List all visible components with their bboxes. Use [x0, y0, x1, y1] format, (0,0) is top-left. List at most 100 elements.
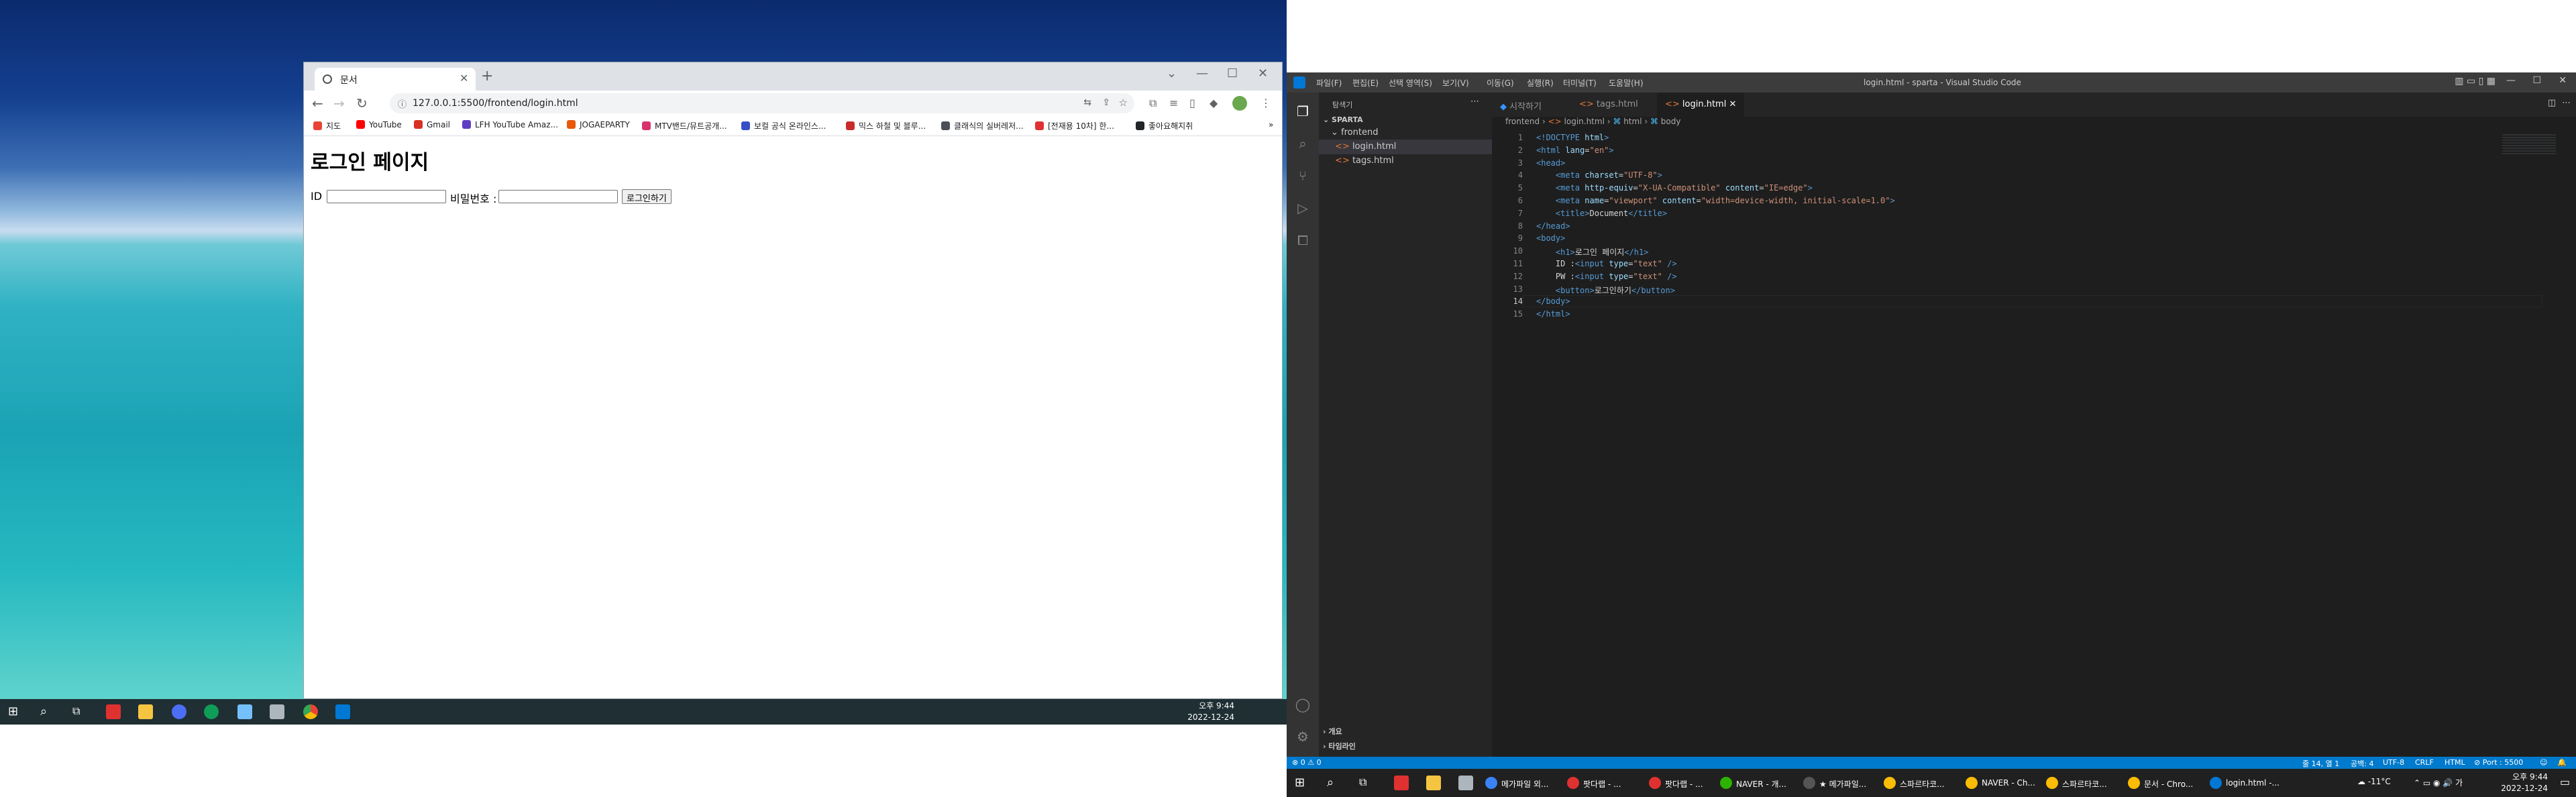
timeline-section[interactable]: › 타임라인: [1323, 741, 1356, 751]
indentation[interactable]: 공백: 4: [2351, 758, 2373, 769]
login-button[interactable]: 로그인하기: [622, 189, 672, 204]
taskbar-window[interactable]: 스파르타코...: [2042, 774, 2110, 792]
code-line[interactable]: <head>: [1536, 158, 1565, 168]
id-input[interactable]: [327, 190, 446, 203]
bookmark-item[interactable]: MTV밴드/뮤트공개...: [642, 120, 727, 131]
editor-more-icon[interactable]: ⋯: [2562, 98, 2571, 108]
bookmark-item[interactable]: LFH YouTube Amaz...: [462, 120, 558, 129]
close-button[interactable]: ✕: [2559, 75, 2567, 86]
calculator-icon[interactable]: [270, 704, 284, 719]
code-line[interactable]: <html lang="en">: [1536, 146, 1614, 155]
profile-avatar[interactable]: [1232, 96, 1247, 111]
code-line[interactable]: <meta http-equiv="X-UA-Compatible" conte…: [1536, 183, 1813, 193]
browser-tab[interactable]: 문서 ✕: [315, 68, 476, 91]
taskbar-window[interactable]: NAVER - 개...: [1716, 774, 1789, 792]
task-view-icon[interactable]: ⧉: [72, 704, 87, 719]
tab-close-icon[interactable]: ✕: [460, 72, 468, 85]
password-input[interactable]: [498, 190, 618, 203]
code-line[interactable]: PW :<input type="text" />: [1536, 272, 1677, 281]
sidebar-icon[interactable]: ▯: [1189, 97, 1195, 109]
task-view-icon[interactable]: ⧉: [1359, 776, 1366, 789]
more-actions-icon[interactable]: ⋯: [1470, 97, 1479, 107]
taskbar-window[interactable]: NAVER - Ch...: [1962, 774, 2038, 792]
explorer-icon[interactable]: ❐: [1295, 103, 1311, 119]
maximize-button[interactable]: ☐: [1227, 66, 1238, 81]
code-line[interactable]: <h1>로그인 페이지</h1>: [1536, 246, 1649, 258]
menu-item[interactable]: 이동(G): [1487, 77, 1514, 89]
chrome-icon[interactable]: [303, 704, 318, 719]
calculator-icon[interactable]: [1458, 776, 1473, 790]
info-icon[interactable]: ⓘ: [398, 97, 407, 110]
layout-icon[interactable]: ▥ ▭ ▯ ▦: [2455, 76, 2496, 87]
bookmark-item[interactable]: 지도: [313, 120, 341, 131]
share-icon[interactable]: ⇪: [1102, 97, 1110, 108]
edge-icon[interactable]: [204, 704, 219, 719]
code-line[interactable]: </head>: [1536, 221, 1570, 231]
code-line[interactable]: <body>: [1536, 233, 1565, 243]
bookmark-item[interactable]: 클래식의 실버레저...: [941, 120, 1024, 131]
menu-item[interactable]: 파일(F): [1316, 77, 1342, 89]
taskbar-window[interactable]: 스파르타코...: [1880, 774, 1947, 792]
bookmark-item[interactable]: 믹스 하철 및 블루...: [846, 120, 926, 131]
taskbar-window[interactable]: 메가파일 외...: [1481, 774, 1551, 792]
file-explorer-icon[interactable]: [1426, 776, 1441, 790]
taskbar-window[interactable]: 팟다랩 - ...: [1563, 774, 1624, 792]
app-icon-red[interactable]: [106, 704, 121, 719]
code-line[interactable]: <button>로그인하기</button>: [1536, 284, 1675, 296]
puzzle-icon[interactable]: ◆: [1210, 97, 1218, 109]
minimize-button[interactable]: —: [1196, 66, 1208, 81]
editor-tab[interactable]: <> tags.html: [1571, 93, 1646, 117]
tab-close-icon[interactable]: ✕: [1726, 99, 1736, 109]
menu-item[interactable]: 편집(E): [1352, 77, 1379, 89]
vscode-icon[interactable]: [335, 704, 350, 719]
file-tags[interactable]: <> tags.html: [1335, 156, 1394, 166]
menu-item[interactable]: 선택 영역(S): [1389, 77, 1432, 89]
minimize-button[interactable]: —: [2506, 75, 2516, 86]
code-line[interactable]: <!DOCTYPE html>: [1536, 133, 1609, 142]
weather-widget[interactable]: ☁ -11°C: [2357, 777, 2391, 786]
start-icon[interactable]: ⊞: [1295, 776, 1305, 790]
minimap[interactable]: [2502, 134, 2556, 154]
taskbar-window[interactable]: 팟다랩 - ...: [1645, 774, 1706, 792]
bookmark-item[interactable]: JOGAEPARTY: [567, 120, 630, 129]
account-icon[interactable]: ◯: [1295, 696, 1311, 712]
editor-tab[interactable]: ◆ 시작하기: [1492, 93, 1550, 117]
cursor-position[interactable]: 줄 14, 열 1: [2302, 758, 2339, 769]
problems-status[interactable]: ⊗ 0 ⚠ 0: [1292, 758, 1322, 767]
code-line[interactable]: ID :<input type="text" />: [1536, 259, 1677, 268]
store-icon[interactable]: [237, 704, 252, 719]
tab-search-icon[interactable]: ⌄: [1167, 66, 1177, 81]
code-line[interactable]: <title>Document</title>: [1536, 209, 1667, 218]
feedback-icon[interactable]: ☺: [2540, 758, 2547, 767]
folder-frontend[interactable]: ⌄ frontend: [1331, 127, 1378, 138]
workspace-root[interactable]: ⌄ SPARTA: [1323, 115, 1363, 124]
bookmark-star-icon[interactable]: ☆: [1119, 97, 1128, 109]
split-editor-icon[interactable]: ◫: [2548, 98, 2556, 108]
bookmark-item[interactable]: Gmail: [414, 120, 450, 129]
bookmark-item[interactable]: 좋아요해지취: [1136, 120, 1193, 131]
close-button[interactable]: ✕: [1258, 66, 1268, 81]
run-debug-icon[interactable]: ▷: [1295, 200, 1311, 216]
code-line[interactable]: <meta name="viewport" content="width=dev…: [1536, 196, 1895, 205]
menu-item[interactable]: 실행(R): [1527, 77, 1554, 89]
extensions-icon[interactable]: ⧉: [1149, 97, 1157, 110]
line-ending[interactable]: CRLF: [2415, 758, 2434, 767]
taskbar-window[interactable]: login.html -...: [2206, 774, 2282, 792]
bookmark-item[interactable]: 보컬 공식 온라인스...: [741, 120, 826, 131]
menu-item[interactable]: 도움말(H): [1609, 77, 1644, 89]
search-icon[interactable]: ⌕: [40, 704, 55, 719]
source-control-icon[interactable]: ⑂: [1295, 168, 1311, 184]
breadcrumb-item[interactable]: html: [1623, 117, 1642, 126]
breadcrumb-item[interactable]: frontend: [1505, 117, 1540, 126]
search-icon[interactable]: ⌕: [1295, 136, 1311, 152]
breadcrumb-item[interactable]: login.html: [1564, 117, 1605, 126]
settings-gear-icon[interactable]: ⚙: [1295, 729, 1311, 745]
encoding[interactable]: UTF-8: [2383, 758, 2404, 767]
start-icon[interactable]: ⊞: [8, 704, 23, 719]
code-line[interactable]: </body>: [1536, 297, 1570, 306]
file-login[interactable]: <> login.html: [1319, 140, 1492, 154]
search-icon[interactable]: ⌕: [1327, 776, 1334, 790]
menu-item[interactable]: 터미널(T): [1563, 77, 1597, 89]
bookmark-item[interactable]: YouTube: [356, 120, 402, 129]
live-server-port[interactable]: ⊘ Port : 5500: [2474, 758, 2523, 767]
